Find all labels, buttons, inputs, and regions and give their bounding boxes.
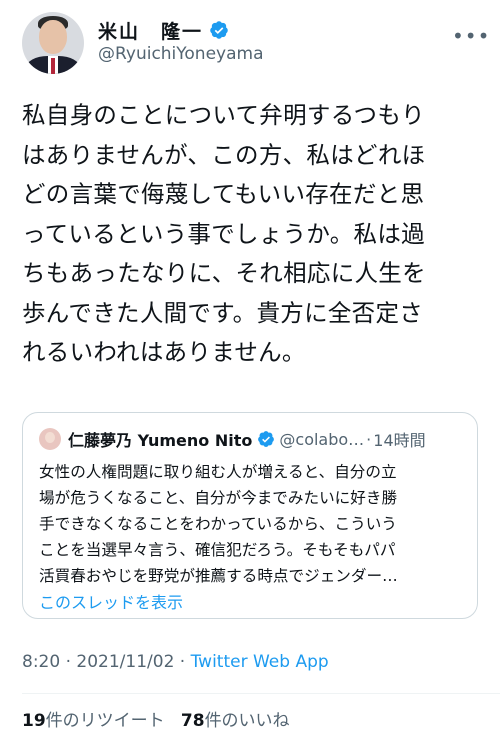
quoted-tweet-header: 仁藤夢乃 Yumeno Nito @colabo… · 14時間	[39, 427, 426, 451]
verified-badge-icon	[258, 431, 275, 447]
retweet-label: 件のリツイート	[45, 711, 165, 731]
like-label: 件のいいね	[204, 711, 290, 731]
retweet-stat[interactable]: 19件のリツイート	[22, 711, 165, 731]
quoted-author-avatar	[39, 428, 61, 450]
quoted-tweet-text: 女性の人権問題に取り組む人が増えると、自分の立 場が危うくなること、自分が今まで…	[39, 463, 398, 585]
show-thread-link[interactable]: このスレッドを表示	[39, 589, 183, 613]
quoted-timestamp: 14時間	[373, 431, 426, 450]
tweet-date[interactable]: 2021/11/02	[76, 652, 174, 672]
tweet-client[interactable]: Twitter Web App	[191, 652, 329, 672]
like-stat[interactable]: 78件のいいね	[181, 711, 290, 731]
quoted-author-name: 仁藤夢乃 Yumeno Nito	[68, 431, 253, 450]
author-handle[interactable]: @RyuichiYoneyama	[98, 44, 264, 64]
meta-separator: ·	[65, 652, 71, 672]
like-count: 78	[180, 711, 205, 731]
author-display-name[interactable]: 米山 隆一	[98, 17, 203, 44]
quoted-author-handle: @colabo…	[279, 429, 365, 449]
tweet-time[interactable]: 8:20	[22, 652, 60, 672]
tweet-meta: 8:20 · 2021/11/02 · Twitter Web App	[22, 652, 329, 672]
tweet-stats: 19件のリツイート 78件のいいね	[22, 706, 290, 731]
tweet-header: 米山 隆一 @RyuichiYoneyama •••	[0, 0, 500, 90]
quoted-separator: ·	[366, 429, 372, 449]
tweet-text: 私自身のことについて弁明するつもり はありませんが、この方、私はどれほ どの言葉…	[22, 101, 426, 366]
meta-separator-2: ·	[179, 652, 186, 672]
author-avatar[interactable]	[22, 12, 84, 74]
retweet-count: 19	[22, 711, 46, 731]
divider	[22, 693, 500, 694]
verified-badge-icon	[210, 21, 228, 39]
more-options-icon[interactable]: •••	[452, 24, 490, 48]
quoted-tweet[interactable]: 仁藤夢乃 Yumeno Nito @colabo… · 14時間 女性の人権問題…	[22, 412, 478, 619]
author-name-row: 米山 隆一	[98, 17, 229, 44]
